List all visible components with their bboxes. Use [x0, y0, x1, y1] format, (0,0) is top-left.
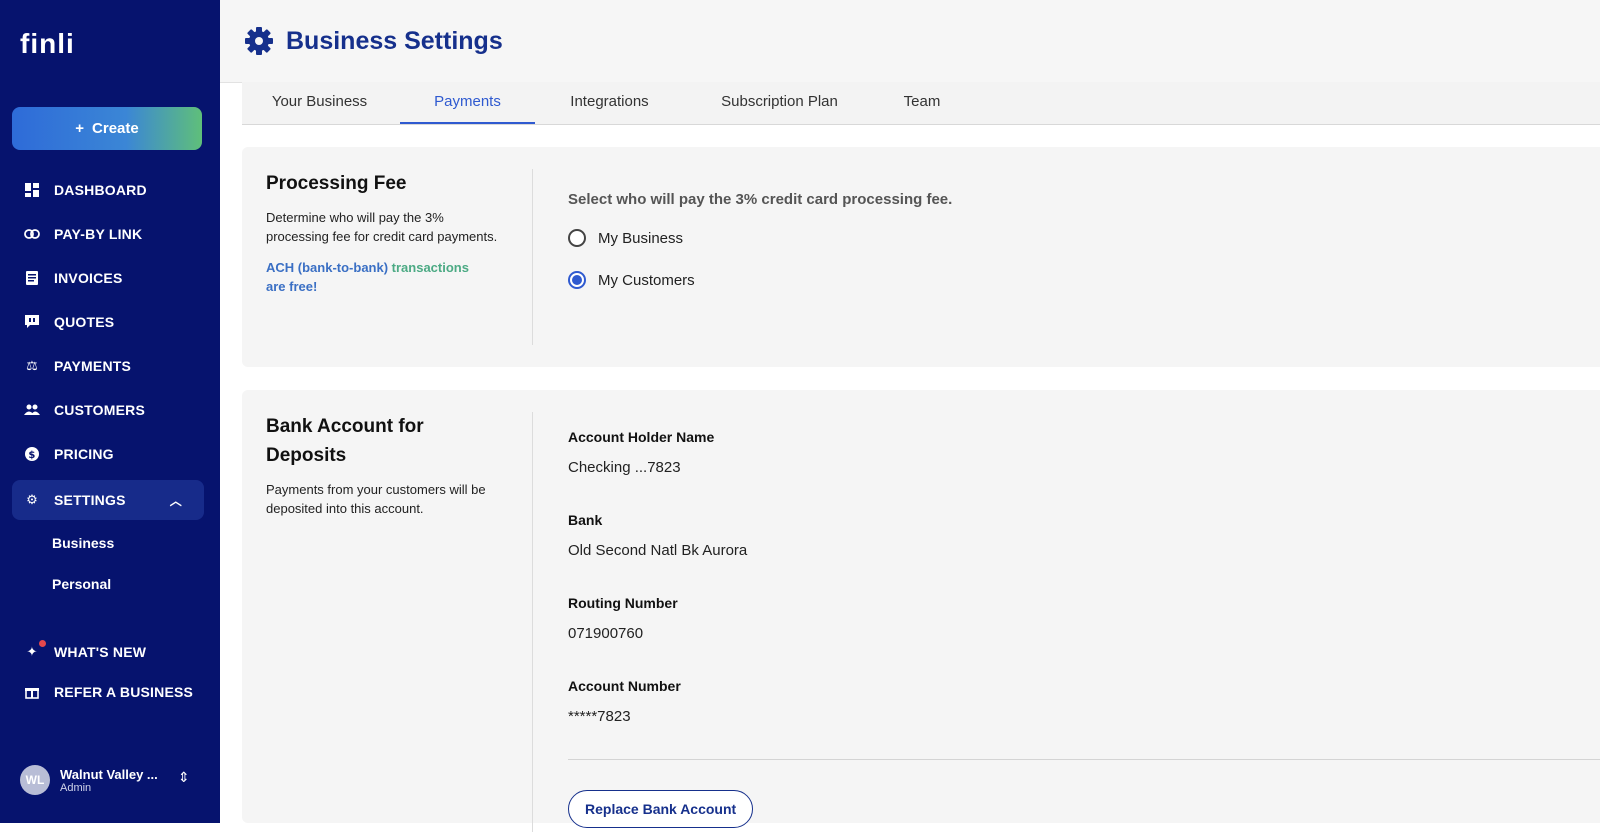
- ach-note-blue: ACH (bank-to-bank): [266, 260, 389, 275]
- sidebar: finli + Create DASHBOARD PAY-BY LINK INV…: [0, 0, 220, 823]
- people-icon: [24, 402, 40, 418]
- finli-logo[interactable]: finli: [20, 28, 75, 60]
- ach-note-green: transactions: [388, 260, 469, 275]
- nav-label: QUOTES: [54, 314, 115, 330]
- invoice-icon: [24, 270, 40, 286]
- create-button[interactable]: + Create: [12, 107, 202, 150]
- gift-icon: [24, 684, 40, 700]
- radio-button[interactable]: [568, 229, 586, 247]
- quote-icon: [24, 314, 40, 330]
- dashboard-icon: [24, 182, 40, 198]
- plus-icon: +: [75, 120, 85, 137]
- nav-item-pay-by-link[interactable]: PAY-BY LINK: [12, 214, 204, 254]
- gear-icon: ⚙: [26, 492, 38, 507]
- routing-number-value: 071900760: [568, 625, 644, 642]
- tab-integrations[interactable]: Integrations: [542, 82, 677, 124]
- nav-label: REFER A BUSINESS: [54, 684, 194, 700]
- nav-subitem-business[interactable]: Business: [52, 535, 114, 551]
- bank-label: Bank: [568, 512, 603, 528]
- radio-option-my-business[interactable]: My Business: [568, 229, 683, 247]
- chevron-up-icon[interactable]: ︿: [170, 492, 182, 509]
- nav-label: DASHBOARD: [54, 182, 147, 198]
- bank-account-card: Bank Account for Deposits Payments from …: [242, 390, 1600, 832]
- nav-item-customers[interactable]: CUSTOMERS: [12, 390, 204, 430]
- user-name: Walnut Valley ...: [60, 766, 158, 782]
- nav-item-whats-new[interactable]: ✦ WHAT'S NEW: [12, 632, 204, 672]
- tab-subscription-plan[interactable]: Subscription Plan: [697, 82, 862, 124]
- processing-fee-description: Determine who will pay the 3% processing…: [266, 210, 498, 244]
- nav-label: CUSTOMERS: [54, 402, 145, 418]
- fee-prompt: Select who will pay the 3% credit card p…: [568, 191, 953, 208]
- nav-label: PRICING: [54, 446, 114, 462]
- dollar-icon: $: [24, 446, 40, 462]
- card-divider: [532, 169, 533, 345]
- processing-fee-title: Processing Fee: [266, 173, 407, 194]
- replace-bank-account-button[interactable]: Replace Bank Account: [568, 790, 754, 828]
- nav-item-quotes[interactable]: QUOTES: [12, 302, 204, 342]
- chevron-updown-icon[interactable]: ⇕: [178, 769, 190, 786]
- nav-item-refer-a-business[interactable]: REFER A BUSINESS: [12, 672, 204, 712]
- sparkle-icon: ✦: [24, 640, 46, 660]
- processing-fee-card: Processing Fee Determine who will pay th…: [242, 147, 1600, 367]
- bank-value: Old Second Natl Bk Aurora: [568, 542, 748, 559]
- user-role: Admin: [60, 781, 92, 794]
- routing-number-label: Routing Number: [568, 595, 678, 611]
- link-icon: [24, 226, 40, 242]
- svg-text:$: $: [28, 450, 35, 461]
- nav-label: INVOICES: [54, 270, 123, 286]
- gear-icon: [245, 27, 273, 55]
- radio-label: My Customers: [598, 271, 695, 289]
- page-title: Business Settings: [286, 26, 503, 55]
- tab-payments[interactable]: Payments: [400, 82, 535, 124]
- card-divider: [532, 412, 533, 832]
- bank-account-title: Bank Account for Deposits: [266, 416, 424, 466]
- nav-item-payments[interactable]: ⚖ PAYMENTS: [12, 346, 204, 386]
- ach-note: ACH (bank-to-bank) transactions are free…: [266, 258, 506, 296]
- tab-your-business[interactable]: Your Business: [252, 82, 387, 124]
- nav-label: WHAT'S NEW: [54, 644, 147, 660]
- settings-tabs: Your Business Payments Integrations Subs…: [242, 82, 1600, 125]
- account-number-label: Account Number: [568, 678, 681, 694]
- avatar: WL: [20, 765, 50, 795]
- nav-item-settings[interactable]: ⚙ SETTINGS ︿: [12, 480, 204, 520]
- radio-label: My Business: [598, 229, 684, 247]
- radio-button-selected[interactable]: [568, 271, 586, 289]
- nav-label: SETTINGS: [54, 492, 126, 508]
- create-label: Create: [92, 120, 139, 137]
- account-holder-label: Account Holder Name: [568, 429, 715, 445]
- account-number-value: *****7823: [568, 708, 631, 725]
- bank-account-description: Payments from your customers will be dep…: [266, 482, 486, 516]
- nav-item-pricing[interactable]: $ PRICING: [12, 434, 204, 474]
- tab-team[interactable]: Team: [872, 82, 972, 124]
- account-holder-value: Checking ...7823: [568, 459, 681, 476]
- ach-note-end: are free!: [266, 279, 318, 294]
- page-header: Business Settings: [220, 0, 1600, 83]
- nav-label: PAY-BY LINK: [54, 226, 143, 242]
- radio-option-my-customers[interactable]: My Customers: [568, 271, 695, 289]
- nav-item-invoices[interactable]: INVOICES: [12, 258, 204, 298]
- scale-icon: ⚖: [26, 358, 38, 373]
- section-divider: [568, 759, 1600, 760]
- nav-subitem-personal[interactable]: Personal: [52, 576, 111, 592]
- nav-label: PAYMENTS: [54, 358, 132, 374]
- user-menu[interactable]: WL Walnut Valley ... Admin ⇕: [20, 765, 190, 795]
- nav-item-dashboard[interactable]: DASHBOARD: [12, 170, 204, 210]
